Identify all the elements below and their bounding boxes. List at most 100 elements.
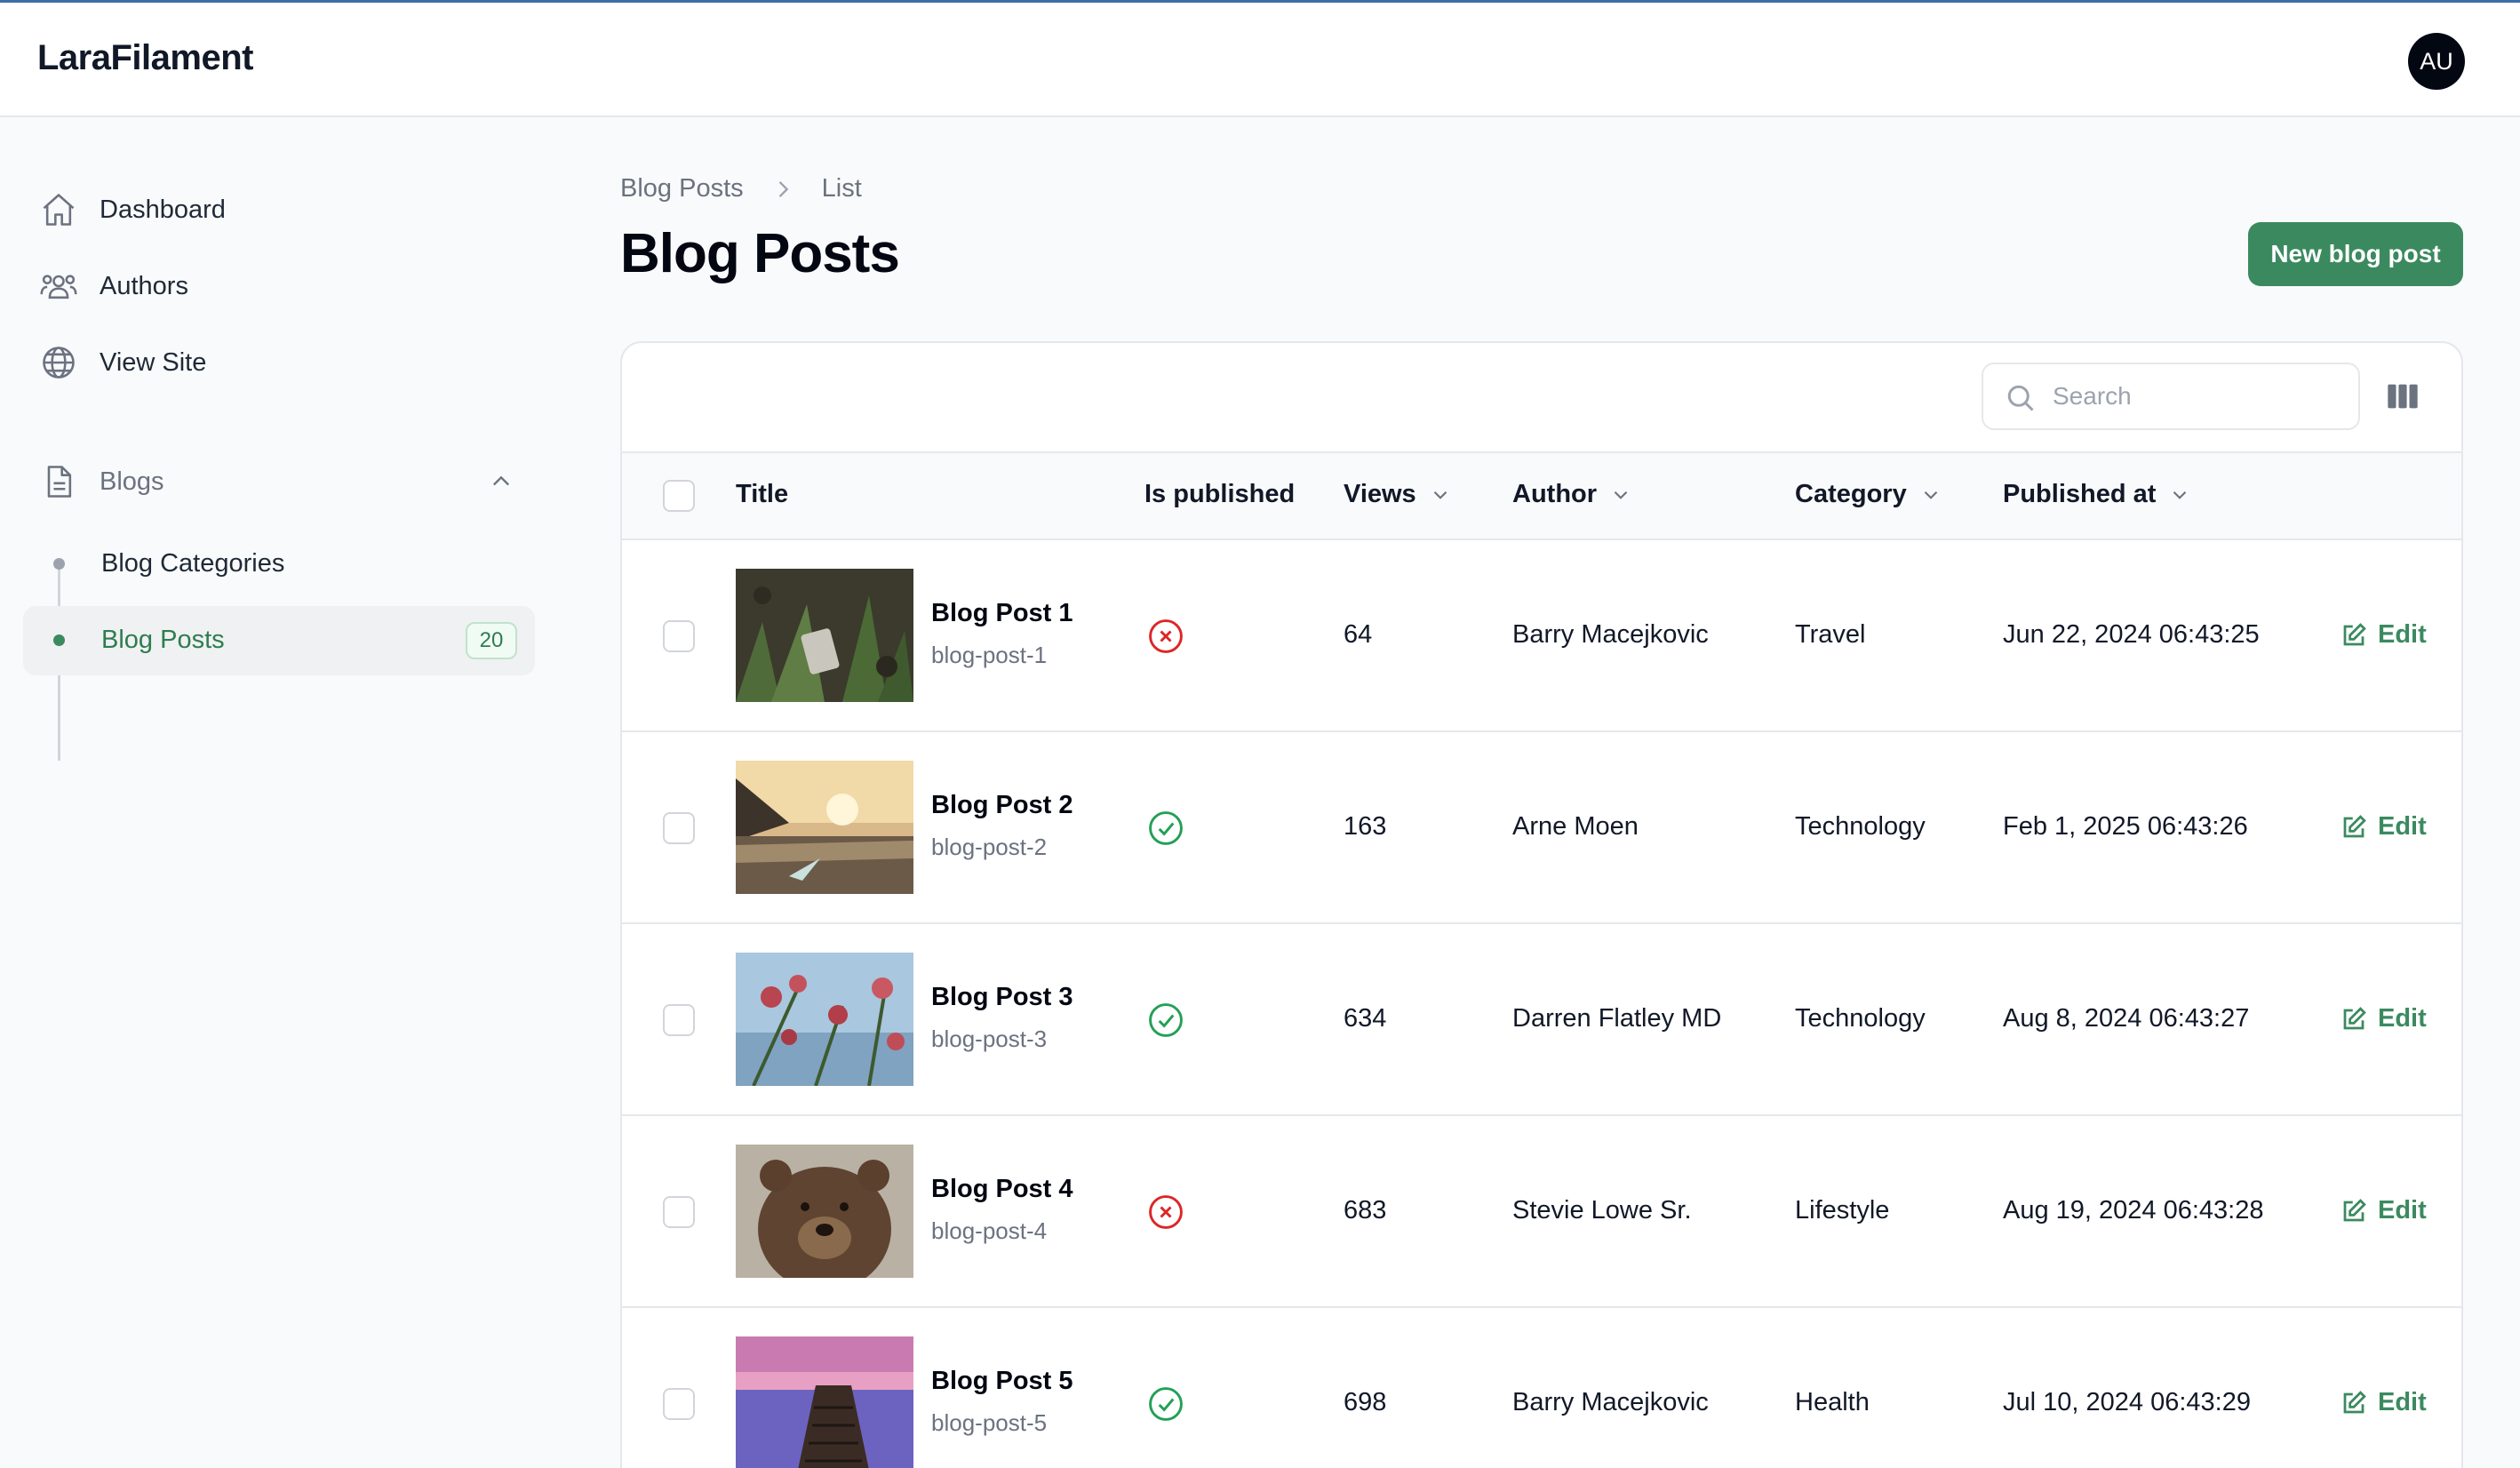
- sidebar-item-label: Dashboard: [100, 195, 226, 224]
- edit-label: Edit: [2378, 1004, 2427, 1033]
- published-at-cell: Feb 1, 2025 06:43:26: [2003, 812, 2248, 841]
- pencil-square-icon: [2343, 622, 2366, 645]
- edit-button[interactable]: Edit: [2341, 1388, 2427, 1417]
- post-title[interactable]: Blog Post 4: [931, 1175, 1073, 1204]
- edit-button[interactable]: Edit: [2341, 812, 2427, 842]
- sidebar-item-authors[interactable]: Authors: [23, 252, 535, 320]
- new-blog-post-button[interactable]: New blog post: [2248, 222, 2463, 286]
- post-title[interactable]: Blog Post 1: [931, 599, 1073, 628]
- category-cell: Health: [1795, 1388, 1870, 1416]
- edit-label: Edit: [2378, 1388, 2427, 1416]
- check-circle-icon: [1149, 811, 1183, 845]
- post-slug: blog-post-1: [931, 642, 1048, 668]
- post-thumbnail: [736, 1336, 913, 1468]
- sidebar-item-label: Blog Posts: [101, 626, 225, 654]
- post-slug: blog-post-2: [931, 834, 1048, 860]
- post-title[interactable]: Blog Post 3: [931, 983, 1073, 1012]
- count-badge: 20: [466, 622, 517, 659]
- pencil-square-icon: [2343, 1198, 2366, 1221]
- views-cell: 163: [1344, 812, 1387, 841]
- author-cell: Arne Moen: [1512, 812, 1639, 841]
- column-published-at[interactable]: Published at: [2003, 480, 2191, 509]
- sidebar-item-blog-posts[interactable]: Blog Posts 20: [23, 606, 535, 675]
- column-views[interactable]: Views: [1344, 480, 1452, 509]
- author-cell: Darren Flatley MD: [1512, 1004, 1722, 1033]
- post-thumbnail: [736, 1145, 913, 1278]
- brand-logo[interactable]: LaraFilament: [37, 38, 253, 78]
- page-title: Blog Posts: [620, 223, 900, 284]
- select-all-checkbox[interactable]: [663, 480, 695, 512]
- post-thumbnail: [736, 953, 913, 1086]
- pencil-square-icon: [2343, 814, 2366, 837]
- row-checkbox[interactable]: [663, 812, 695, 844]
- post-title[interactable]: Blog Post 5: [931, 1367, 1073, 1396]
- search-input[interactable]: [2053, 379, 2337, 414]
- row-checkbox[interactable]: [663, 620, 695, 652]
- search-icon: [2007, 385, 2034, 411]
- column-is-published: Is published: [1144, 480, 1296, 508]
- edit-label: Edit: [2378, 620, 2427, 649]
- published-at-cell: Aug 19, 2024 06:43:28: [2003, 1196, 2264, 1225]
- sidebar-item-dashboard[interactable]: Dashboard: [23, 176, 535, 243]
- table-row[interactable]: Blog Post 4 blog-post-4 683 Stevie Lowe …: [622, 1116, 2461, 1308]
- column-author[interactable]: Author: [1512, 480, 1632, 509]
- breadcrumb-current: List: [821, 174, 862, 203]
- check-circle-icon: [1149, 1387, 1183, 1421]
- table-header: Title Is published Views Author Category…: [622, 453, 2461, 540]
- author-cell: Stevie Lowe Sr.: [1512, 1196, 1692, 1225]
- chevron-down-icon: [1924, 491, 1937, 499]
- edit-label: Edit: [2378, 812, 2427, 841]
- user-avatar[interactable]: AU: [2408, 33, 2465, 90]
- sidebar-item-label: Authors: [100, 271, 188, 300]
- post-title[interactable]: Blog Post 2: [931, 791, 1073, 820]
- post-slug: blog-post-5: [931, 1409, 1048, 1436]
- sidebar-item-blog-categories[interactable]: Blog Categories: [23, 530, 535, 599]
- edit-button[interactable]: Edit: [2341, 620, 2427, 650]
- chevron-up-icon[interactable]: [489, 469, 514, 494]
- row-checkbox[interactable]: [663, 1388, 695, 1420]
- table-row[interactable]: Blog Post 3 blog-post-3 634 Darren Flatl…: [622, 924, 2461, 1116]
- home-icon: [23, 176, 94, 243]
- sidebar-group-label: Blogs: [100, 467, 164, 496]
- category-cell: Technology: [1795, 812, 1926, 841]
- pencil-square-icon: [2343, 1390, 2366, 1413]
- row-checkbox[interactable]: [663, 1196, 695, 1228]
- edit-label: Edit: [2378, 1196, 2427, 1225]
- table-card: Title Is published Views Author Category…: [620, 341, 2463, 1468]
- category-cell: Travel: [1795, 620, 1866, 649]
- post-slug: blog-post-4: [931, 1217, 1048, 1244]
- table-row[interactable]: Blog Post 1 blog-post-1 64 Barry Macejko…: [622, 540, 2461, 732]
- views-cell: 683: [1344, 1196, 1387, 1225]
- post-thumbnail: [736, 569, 913, 702]
- views-cell: 698: [1344, 1388, 1387, 1416]
- edit-button[interactable]: Edit: [2341, 1004, 2427, 1033]
- sidebar-group-blogs[interactable]: Blogs: [23, 448, 535, 515]
- breadcrumb-parent[interactable]: Blog Posts: [620, 174, 744, 203]
- author-cell: Barry Macejkovic: [1512, 620, 1709, 649]
- views-cell: 64: [1344, 620, 1373, 649]
- category-cell: Technology: [1795, 1004, 1926, 1033]
- edit-button[interactable]: Edit: [2341, 1196, 2427, 1225]
- published-at-cell: Aug 8, 2024 06:43:27: [2003, 1004, 2250, 1033]
- search-box[interactable]: [1982, 363, 2360, 430]
- author-cell: Barry Macejkovic: [1512, 1388, 1709, 1416]
- columns-toggle-icon[interactable]: [2385, 379, 2420, 414]
- sidebar-item-view-site[interactable]: View Site: [23, 329, 535, 396]
- column-category[interactable]: Category: [1795, 480, 1942, 509]
- table-row[interactable]: Blog Post 5 blog-post-5 698 Barry Macejk…: [622, 1308, 2461, 1468]
- chevron-down-icon: [2173, 491, 2187, 499]
- table-row[interactable]: Blog Post 2 blog-post-2 163 Arne Moen Te…: [622, 732, 2461, 924]
- users-icon: [23, 252, 94, 320]
- breadcrumb: Blog Posts List: [620, 174, 862, 203]
- table-toolbar: [622, 343, 2461, 453]
- sidebar-item-label: Blog Categories: [101, 549, 285, 578]
- column-title: Title: [736, 480, 789, 508]
- row-checkbox[interactable]: [663, 1004, 695, 1036]
- x-circle-icon: [1149, 619, 1183, 653]
- chevron-down-icon: [1614, 491, 1628, 499]
- views-cell: 634: [1344, 1004, 1387, 1033]
- check-circle-icon: [1149, 1003, 1183, 1037]
- top-bar: LaraFilament AU: [0, 0, 2520, 117]
- sidebar-item-label: View Site: [100, 347, 207, 377]
- post-slug: blog-post-3: [931, 1025, 1048, 1052]
